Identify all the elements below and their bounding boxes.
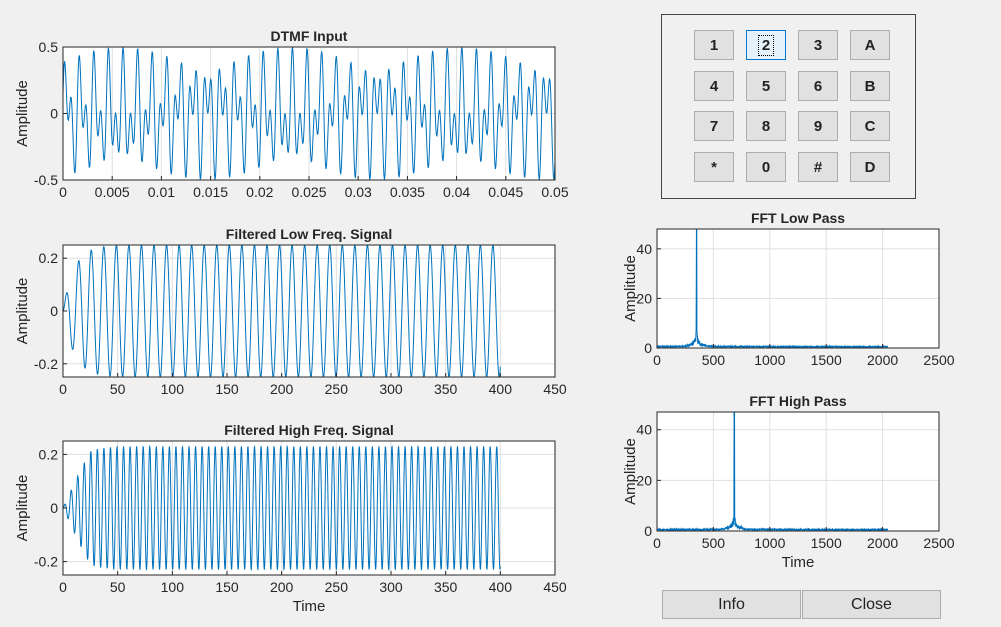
key-b[interactable]: B	[850, 71, 890, 101]
key-label: *	[711, 158, 717, 176]
close-button[interactable]: Close	[802, 590, 941, 619]
key-a[interactable]: A	[850, 30, 890, 60]
y-tick-label: 40	[636, 422, 652, 438]
key-6[interactable]: 6	[798, 71, 838, 101]
x-tick-label: 2500	[923, 535, 954, 551]
x-tick-label: 500	[702, 535, 726, 551]
key-label: #	[813, 158, 823, 176]
key-8[interactable]: 8	[746, 111, 786, 141]
key-label: A	[864, 36, 876, 54]
key-hash[interactable]: #	[798, 152, 838, 182]
y-axis-label: Amplitude	[622, 438, 639, 505]
dtmf-keypad: 1 2 3 A 4 5 6 B 7 8 9 C * 0 # D	[661, 14, 916, 199]
key-d[interactable]: D	[850, 152, 890, 182]
chart-title: FFT High Pass	[749, 393, 846, 409]
key-label: C	[864, 117, 876, 135]
key-9[interactable]: 9	[798, 111, 838, 141]
key-label: 2	[757, 34, 775, 56]
info-button[interactable]: Info	[662, 590, 801, 619]
key-label: 0	[761, 158, 771, 176]
x-tick-label: 1500	[811, 535, 842, 551]
key-c[interactable]: C	[850, 111, 890, 141]
key-star[interactable]: *	[694, 152, 734, 182]
key-1[interactable]: 1	[694, 30, 734, 60]
key-5[interactable]: 5	[746, 71, 786, 101]
key-label: 5	[761, 77, 771, 95]
key-label: B	[864, 77, 876, 95]
key-7[interactable]: 7	[694, 111, 734, 141]
key-label: 3	[813, 36, 823, 54]
key-3[interactable]: 3	[798, 30, 838, 60]
x-tick-label: 2000	[867, 535, 898, 551]
key-label: 1	[709, 36, 719, 54]
y-tick-label: 0	[644, 523, 652, 539]
key-4[interactable]: 4	[694, 71, 734, 101]
key-2[interactable]: 2	[746, 30, 786, 60]
key-label: 7	[709, 117, 719, 135]
x-axis-label: Time	[782, 554, 815, 571]
key-0[interactable]: 0	[746, 152, 786, 182]
x-tick-label: 1000	[754, 535, 785, 551]
key-label: D	[864, 158, 876, 176]
key-label: 8	[761, 117, 771, 135]
key-label: 4	[709, 77, 719, 95]
key-label: 6	[813, 77, 823, 95]
x-tick-label: 0	[653, 535, 661, 551]
key-label: 9	[813, 117, 823, 135]
